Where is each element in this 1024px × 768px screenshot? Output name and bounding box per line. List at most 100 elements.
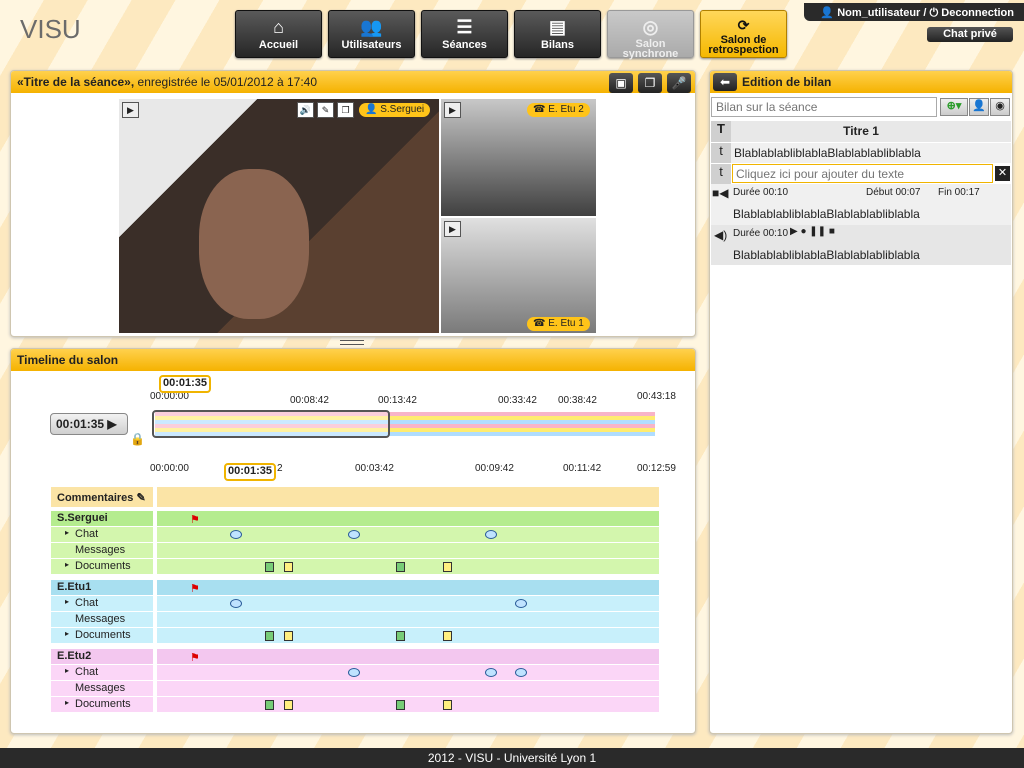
main-video[interactable]: ▶ 🔊 ✎ ❐ 👤 S.Serguei	[119, 99, 439, 333]
subrow-label[interactable]: Messages	[51, 681, 153, 696]
video-file-icon[interactable]	[265, 631, 274, 641]
bottom-tick-1: 00:03:42	[355, 463, 394, 474]
flag-icon[interactable]: ⚑	[190, 651, 200, 664]
chat-icon[interactable]	[230, 530, 242, 539]
play-icon[interactable]: ▶	[444, 221, 461, 237]
username-link[interactable]: Nom_utilisateur /	[837, 7, 926, 19]
subrow-label[interactable]: Messages	[51, 543, 153, 558]
chat-icon[interactable]	[348, 668, 360, 677]
subrow-label[interactable]: ▸ Chat	[51, 665, 153, 680]
expand-icon[interactable]: ▸	[65, 560, 69, 569]
nav-salon-synchrone-button[interactable]: ◎ Salon synchrone	[607, 10, 694, 60]
session-panel: «Titre de la séance», enregistrée le 05/…	[10, 70, 696, 337]
nav-bilans-button[interactable]: ▤ Bilans	[514, 10, 601, 58]
chat-icon[interactable]	[515, 668, 527, 677]
group-bar[interactable]	[157, 511, 659, 526]
video-file-icon[interactable]	[396, 700, 405, 710]
subrow-label[interactable]: ▸ Documents	[51, 559, 153, 574]
video-file-icon[interactable]	[265, 700, 274, 710]
subrow-bar[interactable]	[157, 697, 659, 712]
group-row: S.Serguei	[51, 511, 153, 526]
video-file-icon[interactable]	[396, 562, 405, 572]
top-tick-2: 00:13:42	[378, 395, 417, 406]
close-icon[interactable]: ✕	[995, 166, 1010, 181]
list-icon: ☰	[456, 17, 473, 37]
logout-link[interactable]: Deconnection	[941, 7, 1014, 19]
microphone-icon[interactable]: 🎤	[667, 73, 691, 93]
flag-icon[interactable]: ⚑	[190, 582, 200, 595]
current-time-play-button[interactable]: 00:01:35 ▶	[50, 413, 128, 435]
expand-icon[interactable]: ▸	[65, 528, 69, 537]
document-icon[interactable]	[284, 631, 293, 641]
subrow-label[interactable]: Messages	[51, 612, 153, 627]
document-icon[interactable]	[443, 631, 452, 641]
document-icon[interactable]	[443, 562, 452, 572]
bilan-title-input[interactable]	[711, 97, 937, 117]
video-debut: Début 00:07	[866, 187, 921, 198]
windows-icon[interactable]: ❐	[638, 73, 662, 93]
video-etu2[interactable]: ▶ ☎ E. Etu 2	[441, 99, 596, 216]
resize-handle[interactable]	[340, 340, 364, 345]
user-icon: 👤	[820, 7, 838, 19]
expand-icon[interactable]: ▸	[65, 698, 69, 707]
bilan-header: Edition de bilan	[710, 71, 1012, 93]
flag-icon[interactable]: ⚑	[190, 513, 200, 526]
chat-icon[interactable]	[485, 668, 497, 677]
user-icon[interactable]: 👤	[969, 98, 989, 116]
subrow-label[interactable]: ▸ Chat	[51, 527, 153, 542]
video-file-icon[interactable]	[396, 631, 405, 641]
volume-icon[interactable]: 🔊	[297, 102, 314, 118]
group-bar[interactable]	[157, 649, 659, 664]
eye-icon[interactable]: ◉	[990, 98, 1010, 116]
audio-text: BlablablabliblablaBlablablabliblabla	[733, 248, 920, 262]
nav-seances-button[interactable]: ☰ Séances	[421, 10, 508, 58]
edit-icon[interactable]: ✎	[136, 492, 145, 504]
bilan-text-row[interactable]: BlablablabliblablaBlablablabliblabla	[711, 143, 1011, 163]
edit-icon[interactable]: ✎	[317, 102, 334, 118]
window-icon[interactable]: ❐	[337, 102, 354, 118]
chat-icon[interactable]	[515, 599, 527, 608]
subrow-bar[interactable]	[157, 612, 659, 627]
expand-icon[interactable]: ▸	[65, 629, 69, 638]
etu2-tag: ☎ E. Etu 2	[527, 103, 590, 117]
user-icon: 👤	[365, 104, 378, 115]
chat-icon[interactable]	[485, 530, 497, 539]
timeline-selection[interactable]	[152, 410, 390, 438]
expand-icon[interactable]: ▸	[65, 666, 69, 675]
chat-icon[interactable]	[230, 599, 242, 608]
audio-controls[interactable]: ▶ ● ❚❚ ■	[790, 226, 835, 237]
group-bar[interactable]	[157, 580, 659, 595]
subrow-label[interactable]: ▸ Documents	[51, 628, 153, 643]
footer: 2012 - VISU - Université Lyon 1	[0, 748, 1024, 768]
video-file-icon[interactable]	[265, 562, 274, 572]
headset-icon: ☎	[533, 104, 546, 115]
subrow-label[interactable]: ▸ Chat	[51, 596, 153, 611]
play-icon[interactable]: ▶	[122, 102, 139, 118]
comments-bar[interactable]	[157, 487, 659, 507]
document-icon[interactable]	[284, 700, 293, 710]
subrow-bar[interactable]	[157, 543, 659, 558]
user-bar: 👤 Nom_utilisateur / ⏻ Deconnection	[804, 3, 1024, 21]
subrow-bar[interactable]	[157, 559, 659, 574]
expand-icon[interactable]: ▸	[65, 597, 69, 606]
bilan-title1-row[interactable]: Titre 1	[711, 121, 1011, 142]
back-arrow-icon[interactable]: ⬅	[713, 73, 737, 91]
nav-salon-retrospection-button[interactable]: ⟳ Salon de retrospection	[700, 10, 787, 58]
document-icon[interactable]	[284, 562, 293, 572]
subrow-bar[interactable]	[157, 628, 659, 643]
lock-icon[interactable]: 🔒	[130, 432, 145, 446]
play-icon[interactable]: ▶	[444, 102, 461, 118]
subrow-bar[interactable]	[157, 665, 659, 680]
subrow-label[interactable]: ▸ Documents	[51, 697, 153, 712]
layout-icon[interactable]: ▣	[609, 73, 633, 93]
chat-private-button[interactable]: Chat privé	[927, 27, 1013, 42]
nav-utilisateurs-button[interactable]: 👥 Utilisateurs	[328, 10, 415, 58]
nav-accueil-button[interactable]: ⌂ Accueil	[235, 10, 322, 58]
session-header: «Titre de la séance», enregistrée le 05/…	[11, 71, 695, 93]
add-text-input[interactable]	[732, 164, 993, 183]
video-etu1[interactable]: ▶ ☎ E. Etu 1	[441, 218, 596, 333]
chat-icon[interactable]	[348, 530, 360, 539]
document-icon[interactable]	[443, 700, 452, 710]
add-item-icon[interactable]: ⊕▾	[940, 98, 968, 116]
subrow-bar[interactable]	[157, 681, 659, 696]
